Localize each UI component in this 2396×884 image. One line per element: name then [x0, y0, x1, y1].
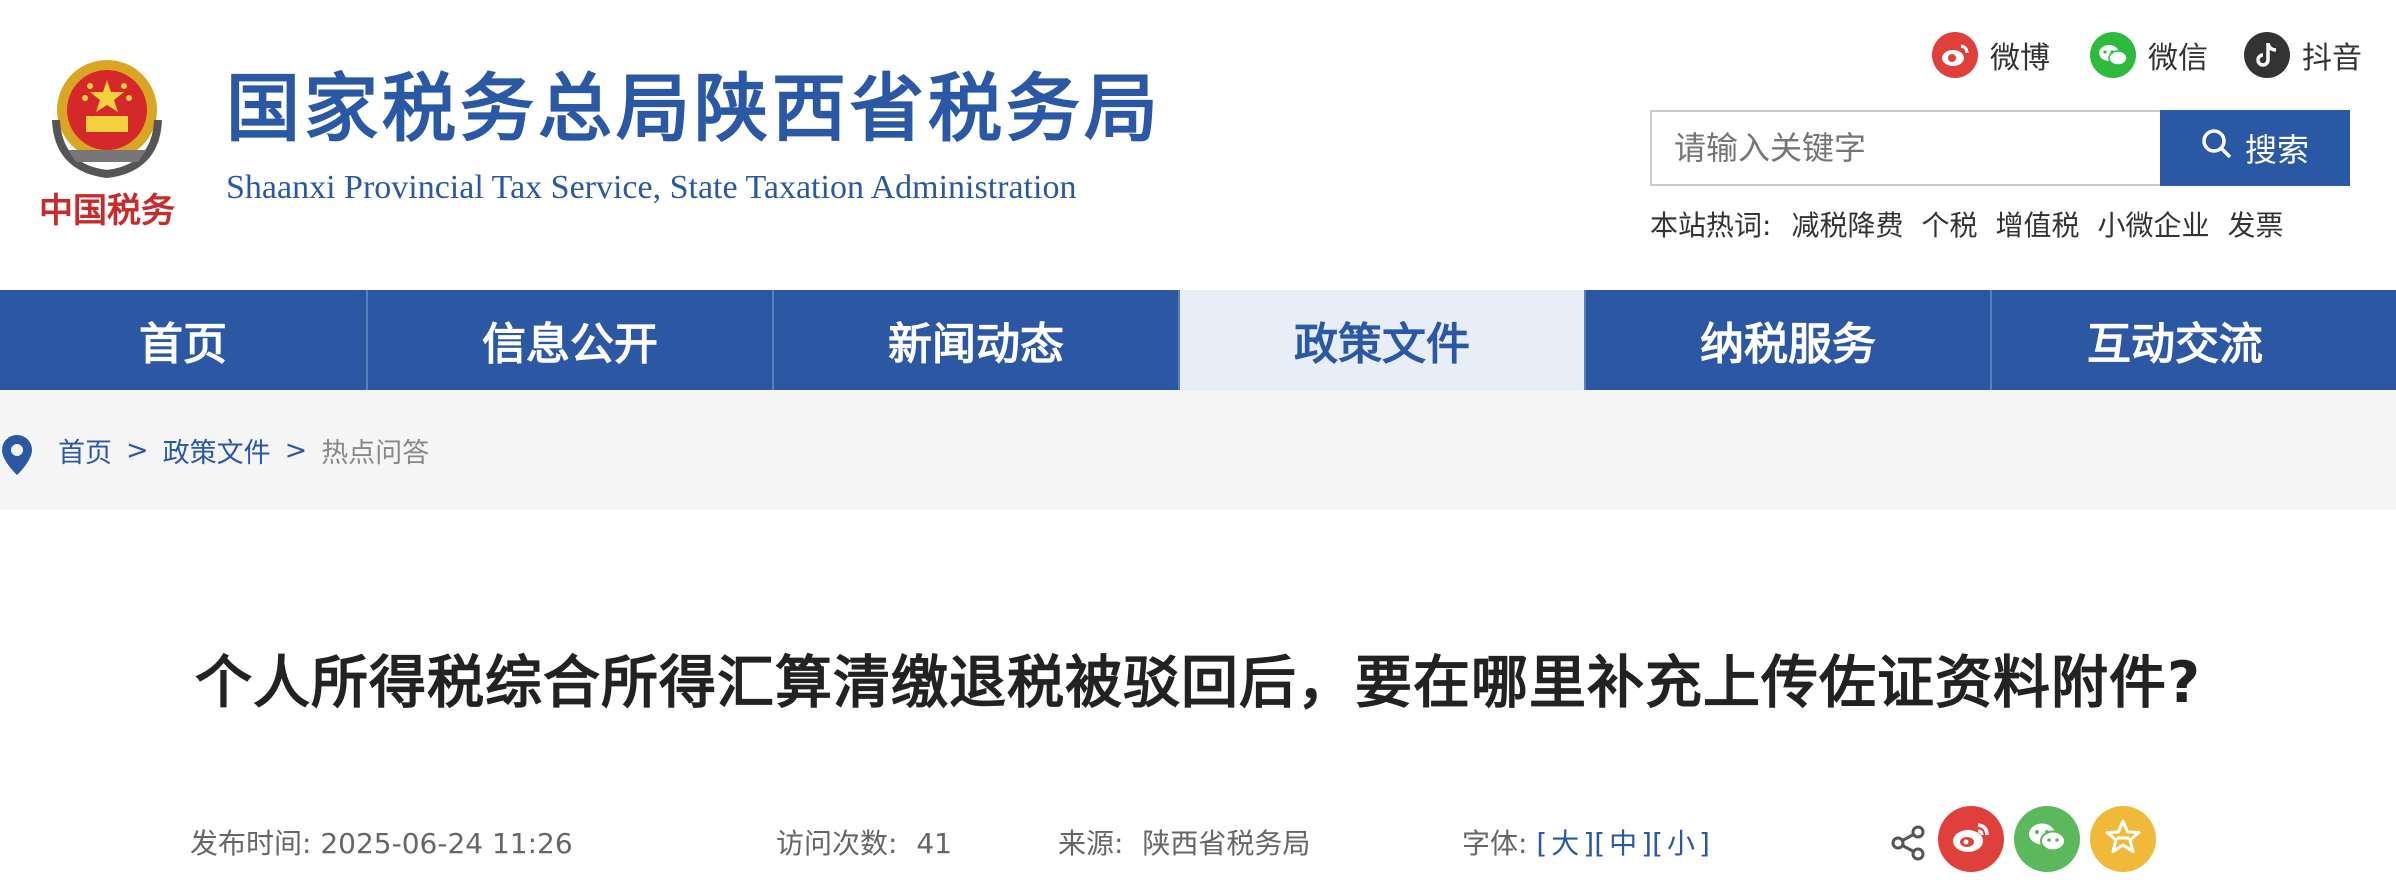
- breadcrumb-current: 热点问答: [321, 437, 430, 469]
- nav-item-info-disclosure[interactable]: 信息公开: [368, 290, 774, 390]
- font-size-label: 字体:: [1462, 827, 1528, 860]
- publish-time-label: 发布时间:: [190, 827, 312, 860]
- breadcrumb: 首页 > 政策文件 > 热点问答: [58, 390, 429, 510]
- emblem-text: 中国税务: [39, 191, 175, 231]
- main-nav: 首页 信息公开 新闻动态 政策文件 纳税服务 互动交流: [0, 290, 2396, 390]
- font-size-medium-button[interactable]: 中: [1605, 827, 1641, 860]
- font-size-switcher: 字体: [大][中][小]: [1462, 827, 1710, 860]
- nav-item-news[interactable]: 新闻动态: [774, 290, 1180, 390]
- hot-word-link[interactable]: 小微企业: [2097, 204, 2209, 244]
- star-icon: [2103, 817, 2143, 861]
- font-size-large-button[interactable]: 大: [1547, 827, 1583, 860]
- share-weibo-button[interactable]: [1938, 806, 2004, 872]
- search-button[interactable]: 搜索: [2160, 110, 2350, 186]
- breadcrumb-home-link[interactable]: 首页: [58, 431, 112, 470]
- social-link-wechat[interactable]: 微信: [2090, 30, 2208, 80]
- hot-word-link[interactable]: 增值税: [1995, 204, 2079, 244]
- location-pin-icon: [0, 433, 34, 477]
- publish-time: 发布时间: 2025-06-24 11:26: [190, 822, 573, 866]
- hot-word-link[interactable]: 发票: [2228, 204, 2284, 244]
- nav-item-tax-services[interactable]: 纳税服务: [1586, 290, 1992, 390]
- wechat-icon: [2090, 32, 2136, 78]
- social-label-wechat: 微信: [2148, 41, 2208, 76]
- social-label-weibo: 微博: [1990, 41, 2050, 76]
- hot-word-link[interactable]: 减税降费: [1791, 204, 1903, 244]
- source-label: 来源:: [1058, 827, 1124, 860]
- nav-item-policy-documents[interactable]: 政策文件: [1180, 290, 1586, 390]
- source-value: 陕西省税务局: [1142, 827, 1311, 860]
- visit-count: 访问次数: 41: [776, 822, 952, 866]
- nav-item-interaction[interactable]: 互动交流: [1992, 290, 2358, 390]
- visit-count-value: 41: [916, 827, 952, 860]
- site-title: 国家税务总局陕西省税务局: [226, 66, 1162, 152]
- breadcrumb-policy-link[interactable]: 政策文件: [163, 431, 271, 470]
- search-input[interactable]: [1650, 110, 2160, 186]
- weibo-icon: [1932, 32, 1978, 78]
- favorite-button[interactable]: [2090, 806, 2156, 872]
- weibo-icon: [1951, 820, 1991, 858]
- visit-count-label: 访问次数:: [776, 827, 898, 860]
- douyin-icon: [2244, 32, 2290, 78]
- hot-words: 本站热词: 减税降费 个税 增值税 小微企业 发票: [1650, 204, 2302, 244]
- nav-item-home[interactable]: 首页: [0, 290, 368, 390]
- social-link-weibo[interactable]: 微博: [1932, 30, 2050, 80]
- publish-time-value: 2025-06-24 11:26: [320, 827, 573, 860]
- social-label-douyin: 抖音: [2302, 41, 2362, 76]
- hot-word-link[interactable]: 个税: [1921, 204, 1977, 244]
- article-title: 个人所得税综合所得汇算清缴退税被驳回后，要在哪里补充上传佐证资料附件?: [194, 650, 2202, 716]
- breadcrumb-separator: >: [126, 434, 149, 466]
- search-button-label: 搜索: [2244, 131, 2309, 169]
- breadcrumb-bar: 首页 > 政策文件 > 热点问答: [0, 390, 2396, 510]
- font-size-small-button[interactable]: 小: [1663, 827, 1699, 860]
- breadcrumb-separator: >: [284, 434, 308, 466]
- source: 来源: 陕西省税务局: [1058, 822, 1310, 866]
- wechat-icon: [2026, 820, 2068, 858]
- site-header: 中国税务 国家税务总局陕西省税务局 Shaanxi Provincial Tax…: [0, 0, 2396, 290]
- search-icon: [2201, 128, 2233, 168]
- share-icon: [1888, 823, 1928, 863]
- national-emblem-logo[interactable]: 中国税务: [38, 50, 176, 240]
- social-link-douyin[interactable]: 抖音: [2244, 30, 2362, 80]
- hot-words-label: 本站热词:: [1650, 209, 1772, 242]
- share-wechat-button[interactable]: [2014, 806, 2080, 872]
- site-subtitle: Shaanxi Provincial Tax Service, State Ta…: [226, 169, 1077, 206]
